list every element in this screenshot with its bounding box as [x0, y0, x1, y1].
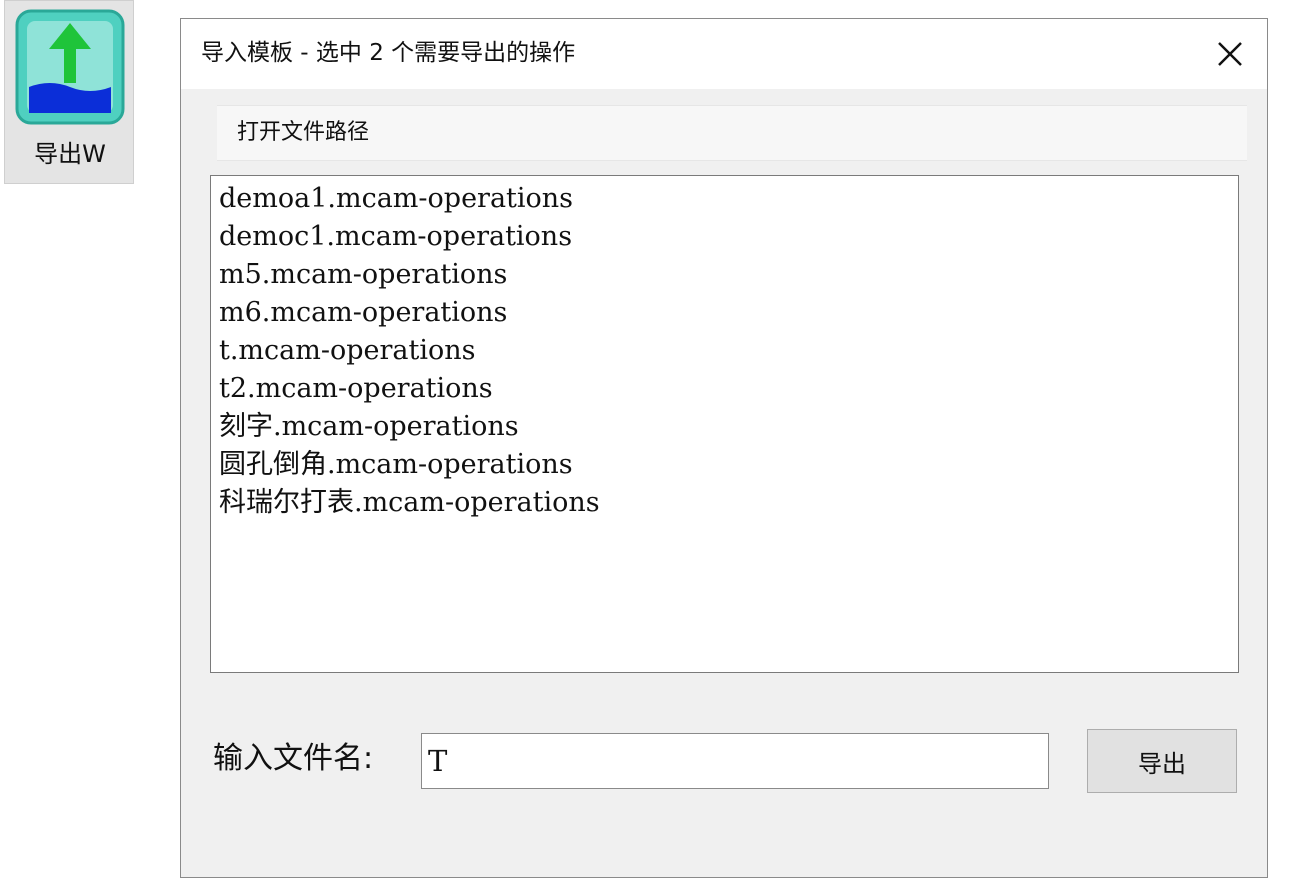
dialog-title: 导入模板 - 选中 2 个需要导出的操作	[201, 40, 576, 66]
list-item[interactable]: m6.mcam-operations	[219, 294, 1238, 332]
close-icon	[1218, 42, 1242, 66]
export-button[interactable]: 导出	[1087, 729, 1237, 793]
list-item[interactable]: democ1.mcam-operations	[219, 218, 1238, 256]
file-list[interactable]: demoa1.mcam-operations democ1.mcam-opera…	[210, 175, 1239, 673]
export-dialog: 导入模板 - 选中 2 个需要导出的操作 打开文件路径 demoa1.mcam-…	[180, 18, 1268, 878]
dialog-titlebar[interactable]: 导入模板 - 选中 2 个需要导出的操作	[181, 19, 1267, 89]
list-item[interactable]: 刻字.mcam-operations	[219, 408, 1238, 446]
list-item[interactable]: demoa1.mcam-operations	[219, 180, 1238, 218]
list-item[interactable]: t2.mcam-operations	[219, 370, 1238, 408]
filename-label: 输入文件名:	[213, 741, 374, 776]
toolbar-export-label: 导出W	[34, 140, 106, 168]
toolbar-export-button[interactable]: 导出W	[4, 0, 134, 184]
list-item[interactable]: m5.mcam-operations	[219, 256, 1238, 294]
open-path-button[interactable]: 打开文件路径	[217, 105, 1247, 161]
export-arrow-up-icon	[15, 9, 125, 131]
list-item[interactable]: 科瑞尔打表.mcam-operations	[219, 484, 1238, 522]
close-button[interactable]	[1207, 33, 1253, 75]
list-item[interactable]: t.mcam-operations	[219, 332, 1238, 370]
filename-input[interactable]	[421, 733, 1049, 789]
list-item[interactable]: 圆孔倒角.mcam-operations	[219, 446, 1238, 484]
open-path-label: 打开文件路径	[237, 120, 370, 145]
